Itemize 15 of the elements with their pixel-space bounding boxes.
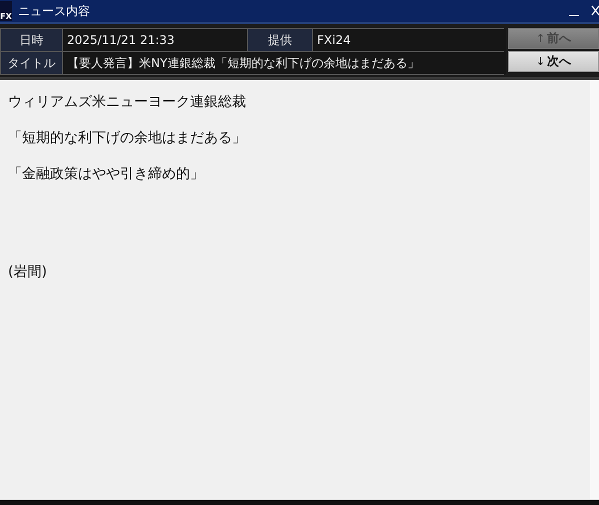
news-paragraph: 「短期的な利下げの余地はまだある」 [8,129,247,148]
window-title: ニュース内容 [18,2,90,20]
field-label: 提供 [248,29,312,51]
field-value: FXi24 [313,29,506,51]
news-paragraph: 「金融政策はやや引き締め的」 [8,165,205,184]
field-label: 日時 [1,29,62,51]
field-label: タイトル [1,52,62,74]
app-logo: FX [0,1,12,21]
field-value: 2025/11/21 21:33 [63,29,247,51]
field-value: 【要人発言】米NY連銀総裁「短期的な利下げの余地はまだある」 [63,52,506,74]
scrollbar[interactable] [590,80,599,499]
author-credit: (岩間) [8,263,48,282]
nav-button[interactable]: ↓ 次へ [508,51,599,72]
news-paragraph: ウィリアムズ米ニューヨーク連銀総裁 [8,93,247,112]
close-button[interactable] [591,5,599,17]
